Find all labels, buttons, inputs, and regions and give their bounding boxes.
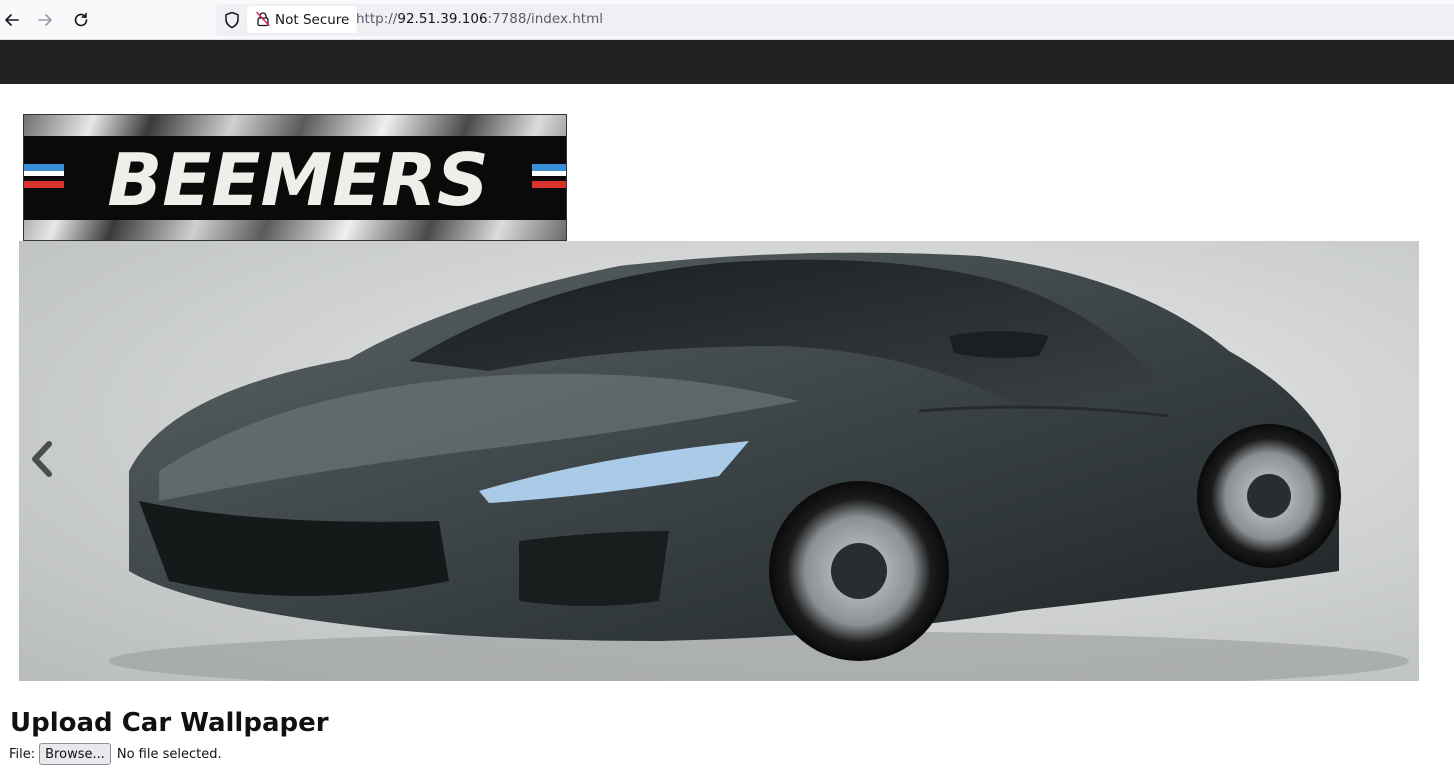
upload-heading: Upload Car Wallpaper: [10, 708, 329, 738]
browse-button[interactable]: Browse...: [39, 743, 111, 765]
chevron-left-icon: [32, 441, 52, 477]
forward-button[interactable]: [33, 8, 57, 32]
beemers-logo: BEEMERS: [23, 114, 567, 241]
file-status: No file selected.: [116, 746, 222, 762]
url-prefix: http://: [356, 11, 398, 27]
browser-toolbar: Not Secure http://92.51.39.106:7788/inde…: [0, 0, 1454, 40]
security-label: Not Secure: [275, 11, 350, 28]
car-carousel: [19, 241, 1419, 681]
logo-text: BEEMERS: [107, 138, 488, 222]
url-path: :7788/index.html: [487, 11, 603, 27]
reload-icon: [74, 12, 88, 27]
back-button[interactable]: [0, 8, 24, 32]
car-image: [109, 252, 1409, 681]
security-indicator[interactable]: Not Secure: [247, 6, 358, 33]
url-text[interactable]: http://92.51.39.106:7788/index.html: [356, 11, 603, 27]
forward-arrow-icon: [38, 14, 52, 26]
file-input-row: File: Browse... No file selected.: [9, 742, 222, 766]
shield-icon[interactable]: [222, 10, 242, 30]
back-arrow-icon: [5, 14, 19, 26]
site-navbar: [0, 40, 1454, 84]
carousel-prev-button[interactable]: [25, 437, 59, 481]
file-label: File:: [9, 746, 36, 762]
insecure-lock-icon: [256, 11, 270, 27]
reload-button[interactable]: [69, 8, 93, 32]
url-host: 92.51.39.106: [397, 11, 488, 27]
